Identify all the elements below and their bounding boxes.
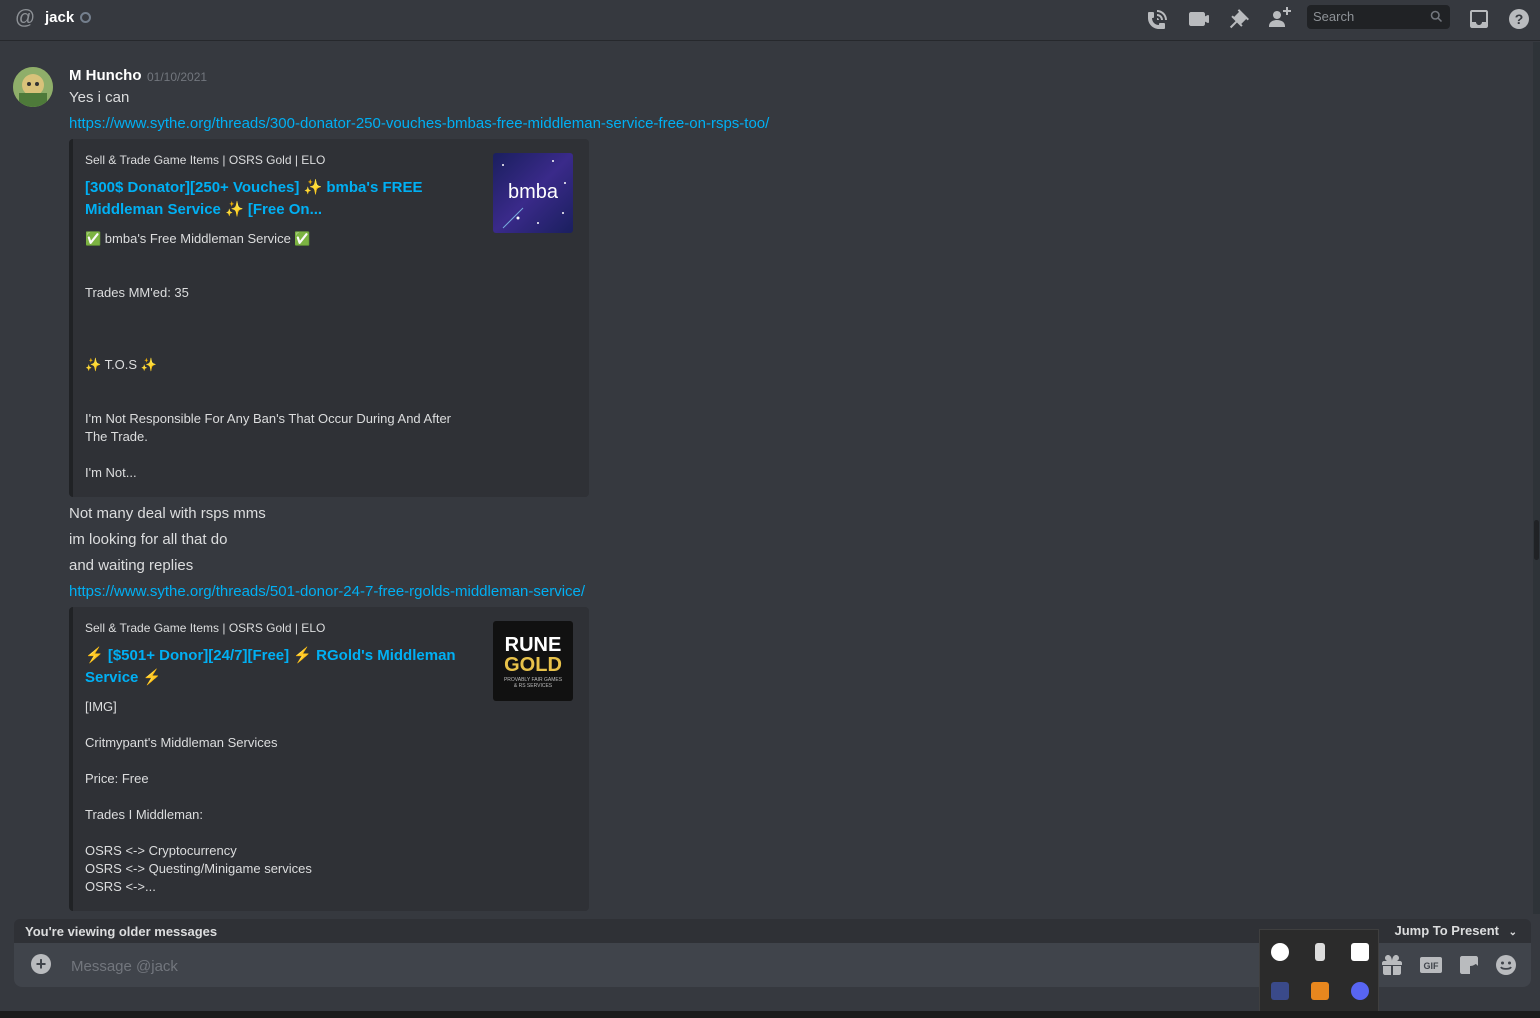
os-taskbar: [0, 1011, 1540, 1018]
gift-icon[interactable]: [1380, 953, 1404, 977]
offline-status-icon: [80, 12, 91, 23]
embed-description: [IMG]: [85, 699, 117, 714]
embed-description: I'm Not...: [85, 465, 137, 480]
link-embed: Sell & Trade Game Items | OSRS Gold | EL…: [69, 139, 589, 497]
thumbnail-logo-text: GOLD: [504, 654, 562, 676]
message-timestamp: 01/10/2021: [147, 70, 208, 84]
embed-description: Trades MM'ed: 35: [85, 285, 189, 300]
embed-title[interactable]: [300$ Donator][250+ Vouches] ✨ bmba's FR…: [85, 177, 475, 221]
call-icon[interactable]: [1146, 7, 1170, 31]
jump-to-present-button[interactable]: Jump To Present ⌄: [1394, 923, 1517, 938]
search-input[interactable]: [1313, 9, 1423, 24]
message-input[interactable]: [69, 954, 1173, 978]
embed-provider[interactable]: Sell & Trade Game Items | OSRS Gold | EL…: [85, 621, 325, 635]
embed-description: ✨ T.O.S ✨: [85, 357, 157, 372]
upload-plus-icon[interactable]: +: [31, 954, 51, 974]
embed-provider[interactable]: Sell & Trade Game Items | OSRS Gold | EL…: [85, 153, 325, 167]
add-friend-icon[interactable]: [1267, 7, 1291, 31]
embed-thumbnail[interactable]: RUNE GOLD PROVABLY FAIR GAMES & RS SERVI…: [493, 621, 573, 701]
discord-icon[interactable]: [1351, 982, 1369, 1000]
video-icon[interactable]: [1187, 7, 1211, 31]
message-link[interactable]: https://www.sythe.org/threads/300-donato…: [69, 115, 769, 132]
google-icon[interactable]: [1271, 943, 1289, 961]
embed-title-line[interactable]: [300$ Donator][250+ Vouches] ✨ bmba's FR…: [85, 177, 475, 199]
chevron-down-icon: ⌄: [1508, 927, 1517, 938]
link-embed: Sell & Trade Game Items | OSRS Gold | EL…: [69, 607, 589, 911]
scrollbar-thumb[interactable]: [1534, 520, 1539, 560]
message-text: im looking for all that do: [69, 531, 228, 548]
dm-recipient-name[interactable]: jack: [45, 9, 74, 26]
message-author[interactable]: M Huncho: [69, 67, 142, 84]
pin-icon[interactable]: [1227, 7, 1251, 31]
security-shield-icon[interactable]: [1351, 943, 1369, 961]
thumbnail-logo-text: RUNE: [504, 634, 562, 656]
search-icon: [1430, 10, 1443, 23]
thumbnail-logo-text: PROVABLY FAIR GAMES & RS SERVICES: [503, 677, 563, 689]
embed-title-line[interactable]: Service ⚡: [85, 667, 475, 689]
jump-to-present-label[interactable]: Jump To Present: [1394, 923, 1499, 938]
channel-header: @ jack ?: [0, 0, 1540, 41]
thumbnail-logo-text: bmba: [507, 181, 559, 203]
network-app-icon[interactable]: [1271, 982, 1289, 1000]
embed-description: Price: Free: [85, 771, 149, 786]
system-tray-overflow: [1259, 929, 1379, 1012]
embed-title-line[interactable]: ⚡ [$501+ Donor][24/7][Free] ⚡ RGold's Mi…: [85, 645, 475, 667]
embed-description: OSRS <-> Cryptocurrency OSRS <-> Questin…: [85, 843, 312, 894]
embed-thumbnail[interactable]: bmba: [493, 153, 573, 233]
message-text: and waiting replies: [69, 557, 194, 574]
java-icon[interactable]: [1311, 982, 1329, 1000]
emoji-icon[interactable]: [1494, 953, 1518, 977]
sticker-icon[interactable]: [1457, 953, 1481, 977]
svg-text:?: ?: [1515, 11, 1524, 27]
message-text: Not many deal with rsps mms: [69, 505, 266, 522]
embed-description: Trades I Middleman:: [85, 807, 204, 822]
usb-drive-icon[interactable]: [1315, 943, 1325, 961]
svg-text:GIF: GIF: [1424, 961, 1440, 971]
gif-icon[interactable]: GIF: [1419, 953, 1443, 977]
embed-title[interactable]: ⚡ [$501+ Donor][24/7][Free] ⚡ RGold's Mi…: [85, 645, 475, 689]
help-icon[interactable]: ?: [1507, 7, 1531, 31]
at-icon: @: [14, 7, 36, 29]
scrollbar-track[interactable]: [1533, 42, 1540, 914]
message-text: Yes i can: [69, 89, 130, 106]
message-list: M Huncho 01/10/2021 Yes i can https://ww…: [0, 42, 1533, 914]
embed-description: ✅ bmba's Free Middleman Service ✅: [85, 231, 311, 246]
embed-description: Critmypant's Middleman Services: [85, 735, 278, 750]
inbox-icon[interactable]: [1467, 7, 1491, 31]
message-link[interactable]: https://www.sythe.org/threads/501-donor-…: [69, 583, 585, 600]
embed-description: I'm Not Responsible For Any Ban's That O…: [85, 411, 452, 444]
embed-title-line[interactable]: Middleman Service ✨ [Free On...: [85, 199, 475, 221]
avatar[interactable]: [13, 67, 53, 107]
older-messages-text: You're viewing older messages: [25, 924, 218, 939]
search-input-container[interactable]: [1307, 5, 1450, 29]
